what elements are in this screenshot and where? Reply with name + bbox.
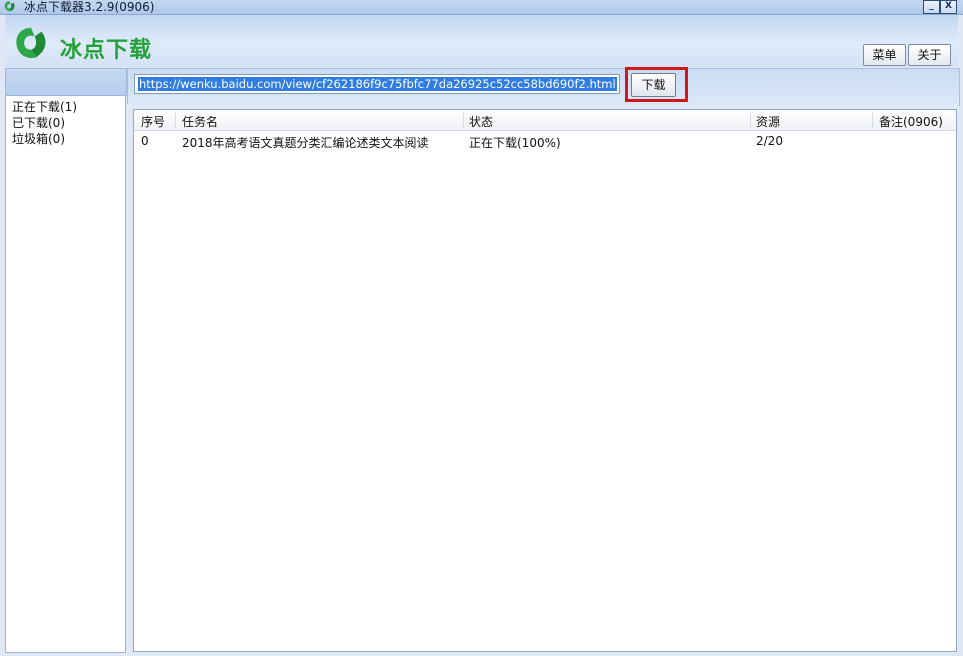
sidebar-item-downloading[interactable]: 正在下载(1) [12, 98, 77, 115]
table-row[interactable]: 0 2018年高考语文真题分类汇编论述类文本阅读 正在下载(100%) 2/20 [134, 132, 956, 152]
download-button[interactable]: 下载 [631, 73, 676, 97]
url-input[interactable]: https://wenku.baidu.com/view/cf262186f9c… [134, 74, 620, 94]
column-header-name[interactable]: 任务名 [182, 113, 218, 130]
column-header-status[interactable]: 状态 [469, 113, 493, 130]
sidebar-header [5, 68, 127, 96]
brand-logo-icon [16, 27, 46, 59]
url-input-value: https://wenku.baidu.com/view/cf262186f9c… [138, 77, 617, 91]
menu-button[interactable]: 菜单 [863, 44, 906, 66]
column-divider[interactable] [750, 112, 751, 128]
about-button[interactable]: 关于 [908, 44, 951, 66]
column-header-note[interactable]: 备注(0906) [879, 113, 943, 130]
window-title: 冰点下载器3.2.9(0906) [24, 0, 155, 14]
cell-status: 正在下载(100%) [469, 136, 561, 150]
table-header: 序号 任务名 状态 资源 备注(0906) [134, 110, 956, 131]
cell-index: 0 [141, 134, 149, 148]
sidebar-item-downloaded[interactable]: 已下载(0) [12, 114, 65, 131]
cell-resource: 2/20 [756, 134, 783, 148]
column-divider[interactable] [463, 112, 464, 128]
minimize-button[interactable]: _ [923, 0, 940, 14]
column-header-index[interactable]: 序号 [141, 113, 165, 130]
brand-name: 冰点下载 [60, 38, 153, 63]
close-button[interactable]: X [940, 0, 957, 14]
task-table: 序号 任务名 状态 资源 备注(0906) 0 2018年高考语文真题分类汇编论… [133, 109, 957, 652]
sidebar-item-trash[interactable]: 垃圾箱(0) [12, 130, 65, 147]
column-divider[interactable] [175, 112, 176, 128]
column-header-resource[interactable]: 资源 [756, 113, 780, 130]
sidebar: 正在下载(1) 已下载(0) 垃圾箱(0) [5, 95, 126, 653]
app-logo-icon [4, 1, 15, 12]
cell-task-name: 2018年高考语文真题分类汇编论述类文本阅读 [182, 136, 429, 150]
column-divider[interactable] [872, 112, 873, 128]
